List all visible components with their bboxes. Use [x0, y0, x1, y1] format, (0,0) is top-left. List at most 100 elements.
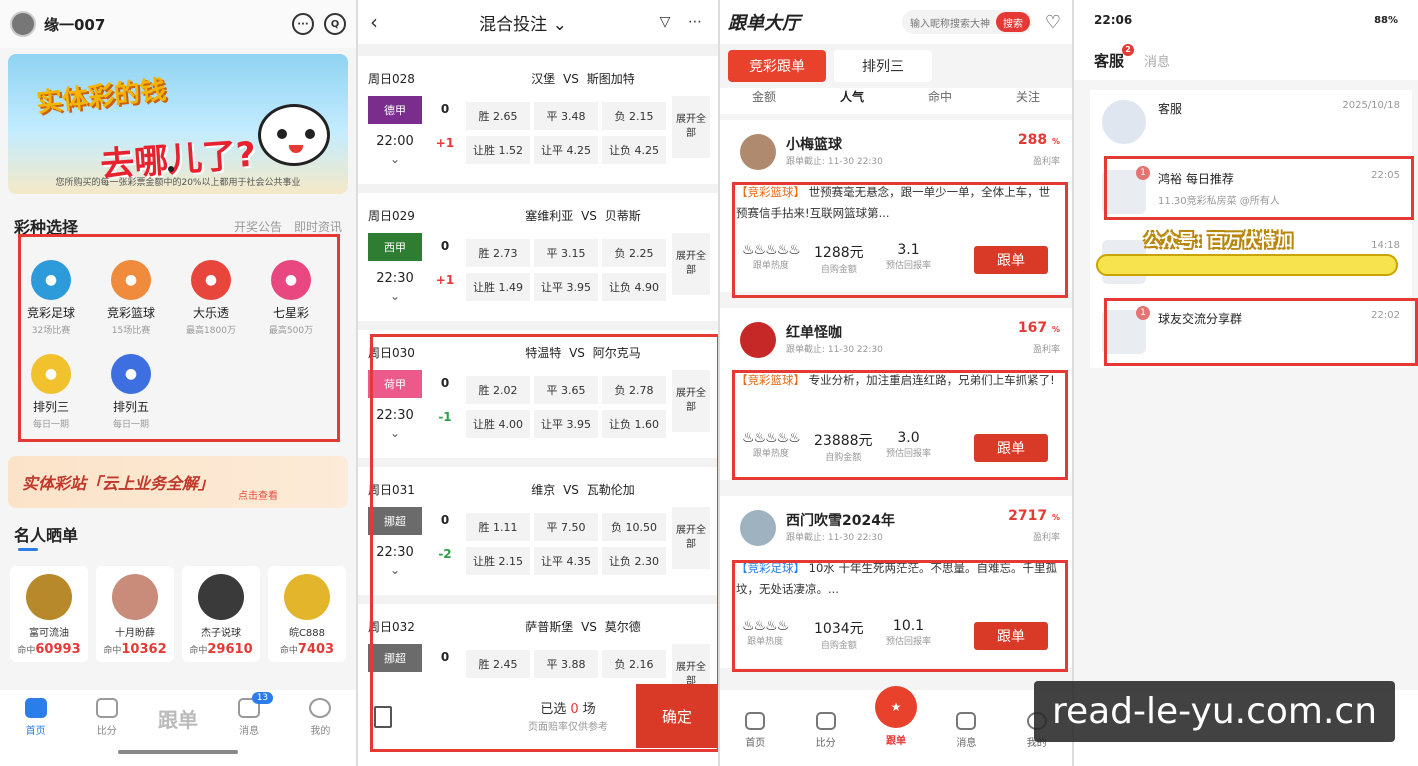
sort-following[interactable]: 关注 [1016, 88, 1040, 114]
sort-hits[interactable]: 命中 [928, 88, 952, 114]
famous-card[interactable]: 富可流油 命中60993 [10, 566, 88, 662]
odds-cell[interactable]: 胜 1.11 [466, 513, 530, 541]
tab-messages[interactable]: 消息 [1144, 51, 1170, 70]
author-avatar[interactable] [740, 322, 776, 358]
tab-jingcai-follow[interactable]: 竞彩跟单 [728, 50, 826, 82]
odds-cell[interactable]: 让胜 1.49 [466, 273, 530, 301]
page-title[interactable]: 混合投注 ⌄ [400, 10, 646, 35]
follow-button[interactable]: 跟单 [974, 622, 1048, 650]
home-panel: 缘一007 ··· Q 实体彩的钱 去哪儿了? 您所购买的每一张彩票金额中的20… [0, 0, 356, 766]
author-name[interactable]: 红单怪咖 [786, 322, 842, 342]
lottery-item[interactable]: ● 排列三 每日一期 [16, 354, 86, 430]
chevron-down-icon[interactable]: ⌄ [368, 152, 422, 166]
odds-cell[interactable]: 让胜 1.52 [466, 136, 530, 164]
author-avatar[interactable] [740, 134, 776, 170]
chat-item[interactable]: 1 球友交流分享群 22:02 [1090, 300, 1412, 368]
odds-cell[interactable]: 平 3.88 [534, 650, 598, 678]
author-name[interactable]: 西门吹雪2024年 [786, 510, 895, 530]
league-badge: 荷甲 [368, 370, 422, 398]
sort-popularity[interactable]: 人气 [840, 88, 864, 114]
odds-cell[interactable]: 让平 4.35 [534, 547, 598, 575]
expand-all-button[interactable]: 展开全部 [672, 96, 710, 158]
post-text[interactable]: 【竞彩足球】 10水 十年生死两茫茫。不思量。自难忘。千里孤坟，无处话凄凉。..… [736, 558, 1058, 600]
tab-messages[interactable]: 消息 [941, 712, 991, 766]
follow-button[interactable]: 跟单 [974, 246, 1048, 274]
odds-cell[interactable]: 负 2.16 [602, 650, 666, 678]
user-avatar[interactable] [10, 11, 36, 37]
favorite-heart-icon[interactable]: ♡ [1042, 12, 1064, 33]
tab-score[interactable]: 比分 [77, 698, 137, 766]
chevron-down-icon[interactable]: ⌄ [368, 563, 422, 577]
promo-banner[interactable]: 实体彩的钱 去哪儿了? 您所购买的每一张彩票金额中的20%以上都用于社会公共事业 [8, 54, 348, 194]
more-icon[interactable]: ⋯ [684, 11, 706, 33]
expand-all-button[interactable]: 展开全部 [672, 507, 710, 569]
odds-cell[interactable]: 让胜 4.00 [466, 410, 530, 438]
heat-label: 跟单热度 [752, 261, 789, 271]
chevron-down-icon[interactable]: ⌄ [368, 426, 422, 440]
odds-cell[interactable]: 让负 4.25 [602, 136, 666, 164]
odds-cell[interactable]: 胜 2.65 [466, 102, 530, 130]
odds-cell[interactable]: 胜 2.45 [466, 650, 530, 678]
post-text[interactable]: 【竞彩篮球】 世预赛毫无悬念，跟一单少一单，全体上车，世预赛信手拈来!互联网篮球… [736, 182, 1058, 224]
odds-cell[interactable]: 让负 2.30 [602, 547, 666, 575]
lottery-item[interactable]: ● 排列五 每日一期 [96, 354, 166, 430]
trash-icon[interactable] [374, 706, 392, 728]
back-icon[interactable]: ‹ [370, 10, 400, 34]
odds-cell[interactable]: 让负 1.60 [602, 410, 666, 438]
tab-home[interactable]: 首页 [6, 698, 66, 766]
author-name[interactable]: 小梅篮球 [786, 134, 842, 154]
chat-item[interactable]: 客服 2025/10/18 [1090, 90, 1412, 158]
shop-banner[interactable]: 实体彩站「云上业务全解」 点击查看 [8, 456, 348, 508]
odds-cell[interactable]: 胜 2.02 [466, 376, 530, 404]
odds-cell[interactable]: 负 10.50 [602, 513, 666, 541]
lottery-item[interactable]: ● 竞彩足球 32场比赛 [16, 260, 86, 336]
filter-icon[interactable]: ▽ [654, 11, 676, 33]
odds-cell[interactable]: 负 2.25 [602, 239, 666, 267]
tab-score[interactable]: 比分 [801, 712, 851, 766]
search-input[interactable]: 输入昵称搜索大神 搜索 [902, 10, 1032, 34]
famous-card[interactable]: 皖C888 命中7403 [268, 566, 346, 662]
odds-cell[interactable]: 平 7.50 [534, 513, 598, 541]
chat-item[interactable]: 1 鸿裕 每日推荐 22:05 11.30竞彩私房菜 @所有人 [1090, 160, 1412, 228]
tab-messages[interactable]: 13 消息 [219, 692, 279, 766]
tab-follow[interactable]: 跟单 [148, 698, 208, 766]
draw-notice-link[interactable]: 开奖公告 [234, 218, 282, 235]
news-link[interactable]: 即时资讯 [294, 218, 342, 235]
odds-cell[interactable]: 胜 2.73 [466, 239, 530, 267]
famous-card[interactable]: 杰子说球 命中29610 [182, 566, 260, 662]
chat-icon[interactable]: ··· [292, 13, 314, 35]
post-text[interactable]: 【竞彩篮球】 专业分析，加注重启连红路，兄弟们上车抓紧了! [736, 370, 1058, 391]
odds-cell[interactable]: 负 2.15 [602, 102, 666, 130]
tab-label: 首页 [745, 738, 766, 749]
odds-cell[interactable]: 平 3.65 [534, 376, 598, 404]
odds-cell[interactable]: 让平 3.95 [534, 273, 598, 301]
expand-all-button[interactable]: 展开全部 [672, 370, 710, 432]
odds-cell[interactable]: 负 2.78 [602, 376, 666, 404]
sort-amount[interactable]: 金额 [752, 88, 776, 114]
lottery-item[interactable]: ● 大乐透 最高1800万 [176, 260, 246, 336]
away-team: 莫尔德 [604, 620, 641, 634]
odds-cell[interactable]: 让胜 2.15 [466, 547, 530, 575]
odds-cell[interactable]: 平 3.48 [534, 102, 598, 130]
odds-cell[interactable]: 让平 3.95 [534, 410, 598, 438]
confirm-button[interactable]: 确定 [636, 684, 718, 748]
tab-customer-service[interactable]: 客服 2 [1094, 43, 1135, 71]
author-avatar[interactable] [740, 510, 776, 546]
odds-cell[interactable]: 平 3.15 [534, 239, 598, 267]
expand-all-button[interactable]: 展开全部 [672, 233, 710, 295]
tab-follow[interactable]: ★ 跟单 [871, 686, 921, 766]
search-icon[interactable]: Q [324, 13, 346, 35]
lottery-item[interactable]: ● 竞彩篮球 15场比赛 [96, 260, 166, 336]
odds-cell[interactable]: 让负 4.90 [602, 273, 666, 301]
tab-home[interactable]: 首页 [730, 712, 780, 766]
follow-post: 西门吹雪2024年 跟单截止: 11-30 22:30 2717 % 盈利率 【竞彩足球… [720, 496, 1072, 668]
follow-button[interactable]: 跟单 [974, 434, 1048, 462]
tab-pailie3[interactable]: 排列三 [834, 50, 932, 82]
famous-card[interactable]: 十月盼薛 命中10362 [96, 566, 174, 662]
shop-link[interactable]: 点击查看 [238, 487, 278, 502]
search-button[interactable]: 搜索 [996, 12, 1030, 32]
chevron-down-icon[interactable]: ⌄ [368, 289, 422, 303]
lottery-item[interactable]: ● 七星彩 最高500万 [256, 260, 326, 336]
odds-cell[interactable]: 让平 4.25 [534, 136, 598, 164]
tab-me[interactable]: 我的 [290, 698, 350, 766]
